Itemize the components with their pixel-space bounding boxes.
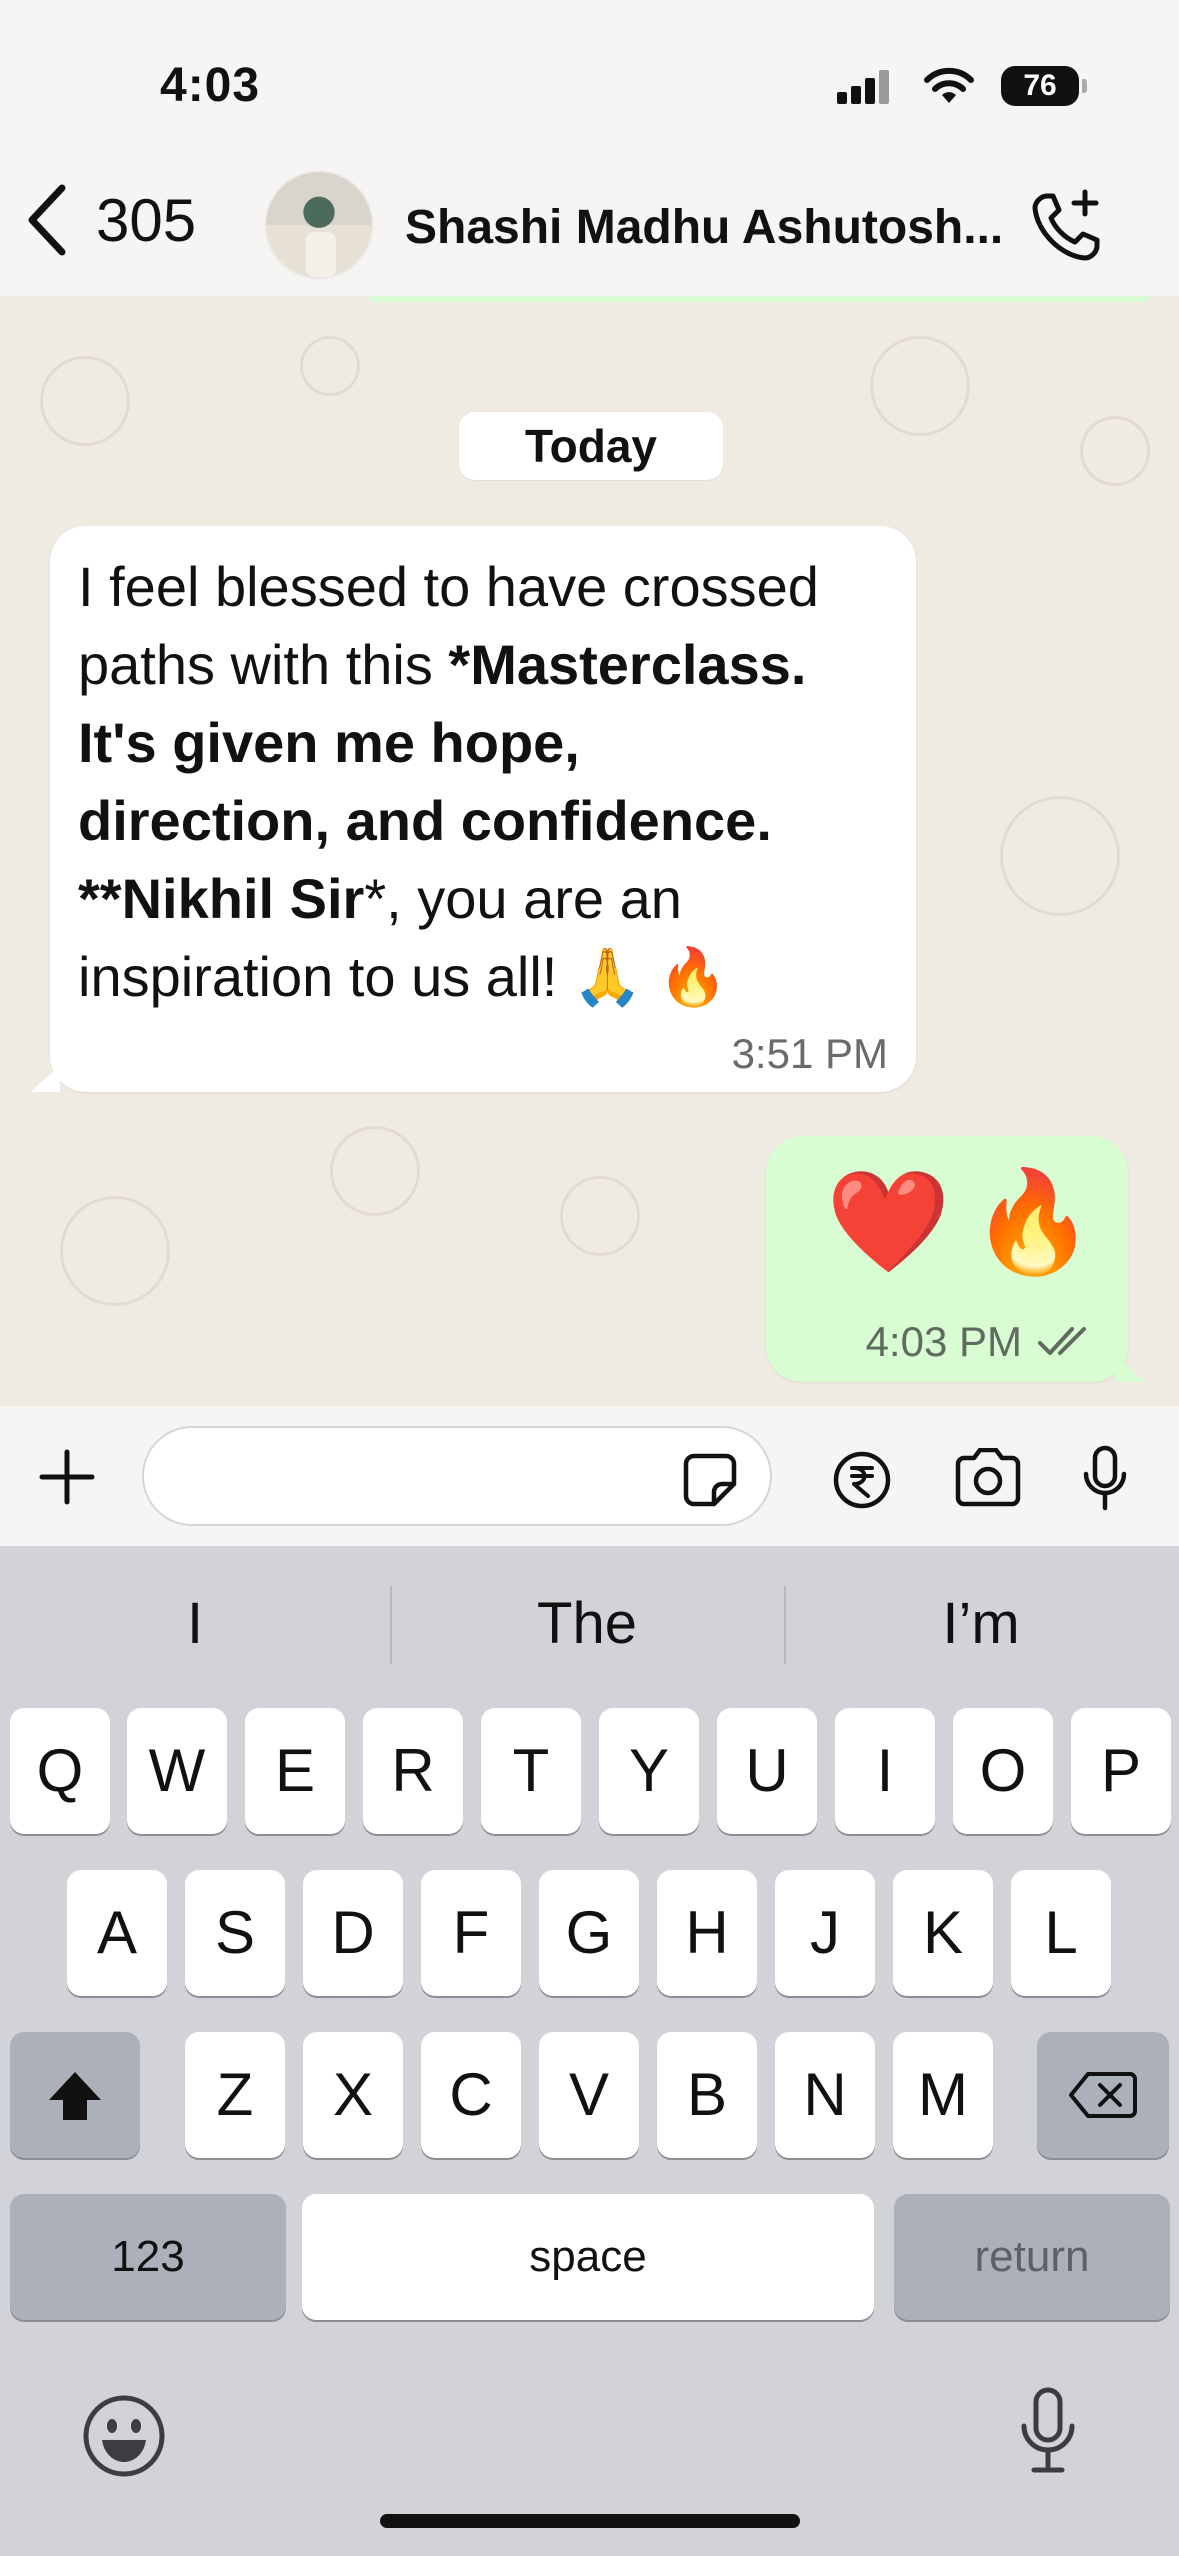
key-o[interactable]: O [953, 1708, 1053, 1834]
add-call-button[interactable] [1029, 188, 1105, 269]
rupee-icon [833, 1451, 891, 1509]
key-j[interactable]: J [775, 1870, 875, 1996]
key-b[interactable]: B [657, 2032, 757, 2158]
key-a[interactable]: A [67, 1870, 167, 1996]
chevron-left-icon [28, 184, 66, 256]
battery-level: 76 [1023, 69, 1057, 102]
dictation-mic-icon [1021, 2387, 1075, 2473]
return-key[interactable]: return [894, 2194, 1170, 2320]
key-d[interactable]: D [303, 1870, 403, 1996]
camera-icon [955, 1447, 1021, 1507]
emoji-message: ❤️ 🔥 [826, 1162, 1095, 1282]
message-timestamp: 3:51 PM [731, 1030, 888, 1077]
key-e[interactable]: E [245, 1708, 345, 1834]
microphone-icon [1083, 1445, 1127, 1511]
incoming-message[interactable]: I feel blessed to have crossed paths wit… [30, 526, 916, 1092]
backspace-icon [1069, 2072, 1137, 2118]
back-button[interactable]: 305 [24, 184, 196, 256]
sticker-icon [683, 1453, 737, 1507]
predictive-bar: I The I’m [0, 1546, 1179, 1702]
key-n[interactable]: N [775, 2032, 875, 2158]
key-z[interactable]: Z [185, 2032, 285, 2158]
key-c[interactable]: C [421, 2032, 521, 2158]
home-indicator [380, 2514, 800, 2528]
sticker-button[interactable] [682, 1452, 738, 1513]
key-h[interactable]: H [657, 1870, 757, 1996]
emoji-icon [83, 2395, 165, 2477]
suggestion-2[interactable]: The [392, 1590, 782, 1657]
numbers-key[interactable]: 123 [10, 2194, 286, 2320]
key-u[interactable]: U [717, 1708, 817, 1834]
camera-button[interactable] [952, 1447, 1024, 1513]
contact-name[interactable]: Shashi Madhu Ashutosh... [405, 200, 1005, 255]
key-y[interactable]: Y [599, 1708, 699, 1834]
key-q[interactable]: Q [10, 1708, 110, 1834]
wifi-icon [924, 67, 974, 103]
status-icons: 76 [837, 64, 1087, 108]
heart-emoji: ❤️ [826, 1166, 951, 1278]
status-time: 4:03 [160, 59, 261, 112]
suggestion-1[interactable]: I [0, 1590, 390, 1657]
chat-area[interactable]: Today I feel blessed to have crossed pat… [0, 296, 1179, 1406]
outgoing-timestamp: 4:03 PM [866, 1318, 1096, 1366]
fire-emoji: 🔥 [970, 1166, 1096, 1278]
read-receipt-icon [1038, 1327, 1086, 1355]
cellular-signal-icon [837, 70, 889, 104]
shift-icon [49, 2072, 101, 2120]
key-s[interactable]: S [185, 1870, 285, 1996]
key-t[interactable]: T [481, 1708, 581, 1834]
key-m[interactable]: M [893, 2032, 993, 2158]
battery-icon: 76 [1001, 66, 1087, 106]
message-composer [0, 1406, 1179, 1546]
chat-header: 4:03 76 305 Shashi Madhu Ashutosh... [0, 0, 1179, 296]
key-i[interactable]: I [835, 1708, 935, 1834]
phone-plus-icon [1032, 189, 1100, 261]
key-r[interactable]: R [363, 1708, 463, 1834]
message-text: I feel blessed to have crossed paths wit… [78, 555, 819, 1008]
backspace-key[interactable] [1037, 2032, 1169, 2158]
plus-icon [39, 1449, 95, 1505]
previous-message-edge [369, 296, 1149, 302]
key-f[interactable]: F [421, 1870, 521, 1996]
key-v[interactable]: V [539, 2032, 639, 2158]
key-w[interactable]: W [127, 1708, 227, 1834]
contact-avatar[interactable] [264, 170, 374, 280]
payment-button[interactable] [832, 1450, 892, 1515]
outgoing-message[interactable]: ❤️ 🔥 4:03 PM [766, 1136, 1146, 1382]
suggestion-3[interactable]: I’m [786, 1590, 1176, 1657]
key-l[interactable]: L [1011, 1870, 1111, 1996]
date-separator: Today [459, 412, 723, 480]
message-input[interactable] [142, 1426, 772, 1526]
emoji-keyboard-button[interactable] [82, 2394, 166, 2483]
space-key[interactable]: space [302, 2194, 874, 2320]
unread-count: 305 [96, 186, 197, 254]
attach-button[interactable] [38, 1448, 96, 1511]
shift-key[interactable] [10, 2032, 140, 2158]
key-k[interactable]: K [893, 1870, 993, 1996]
voice-message-button[interactable] [1080, 1444, 1130, 1519]
dictation-button[interactable] [1018, 2386, 1078, 2481]
key-p[interactable]: P [1071, 1708, 1171, 1834]
key-g[interactable]: G [539, 1870, 639, 1996]
key-x[interactable]: X [303, 2032, 403, 2158]
